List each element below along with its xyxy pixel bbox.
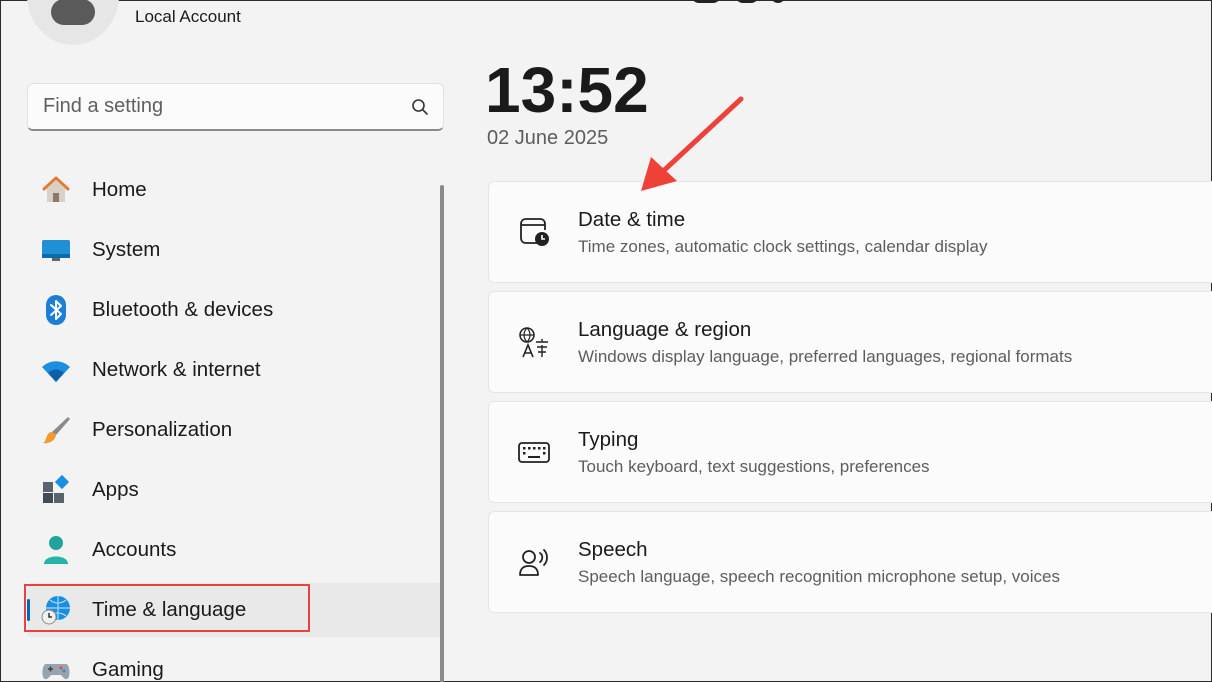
bluetooth-icon: [39, 293, 73, 327]
sidebar-item-network[interactable]: Network & internet: [27, 343, 443, 397]
sidebar-item-label: Accounts: [92, 538, 177, 561]
sidebar-item-label: Bluetooth & devices: [92, 298, 274, 321]
sidebar-item-label: System: [92, 238, 161, 261]
card-speech[interactable]: Speech Speech language, speech recogniti…: [488, 511, 1212, 613]
search-input[interactable]: [43, 95, 411, 118]
person-icon: [39, 533, 73, 567]
sidebar-item-apps[interactable]: Apps: [27, 463, 443, 517]
card-date-time[interactable]: Date & time Time zones, automatic clock …: [488, 181, 1212, 283]
home-icon: [39, 173, 73, 207]
card-title: Date & time: [578, 207, 686, 231]
avatar[interactable]: [27, 0, 119, 45]
language-icon: [517, 325, 551, 359]
sidebar-item-label: Gaming: [92, 658, 164, 681]
sidebar-item-home[interactable]: Home: [27, 163, 443, 217]
card-subtitle: Time zones, automatic clock settings, ca…: [578, 236, 988, 256]
wifi-icon: [39, 353, 73, 387]
settings-cards: Date & time Time zones, automatic clock …: [488, 181, 1212, 621]
sidebar-item-label: Network & internet: [92, 358, 261, 381]
sidebar-item-accounts[interactable]: Accounts: [27, 523, 443, 577]
card-title: Language & region: [578, 317, 752, 341]
keyboard-icon: [517, 435, 551, 469]
gamepad-icon: [39, 653, 73, 682]
clock-date: 02 June 2025: [487, 127, 609, 149]
card-subtitle: Touch keyboard, text suggestions, prefer…: [578, 456, 930, 476]
sidebar-item-system[interactable]: System: [27, 223, 443, 277]
sidebar-item-bluetooth[interactable]: Bluetooth & devices: [27, 283, 443, 337]
card-title: Speech: [578, 537, 648, 561]
search-icon[interactable]: [411, 98, 429, 116]
account-name: Local Account: [135, 7, 241, 26]
sidebar-item-label: Home: [92, 178, 147, 201]
sidebar-item-gaming[interactable]: Gaming: [27, 643, 443, 682]
apps-icon: [39, 473, 73, 507]
page-title-fragment: [691, 0, 791, 5]
annotation-highlight-box: [24, 584, 310, 632]
card-title: Typing: [578, 427, 639, 451]
clock-time: 13:52: [485, 54, 649, 126]
calendar-clock-icon: [517, 215, 551, 249]
card-language-region[interactable]: Language & region Windows display langua…: [488, 291, 1212, 393]
speech-icon: [517, 545, 551, 579]
sidebar-item-personalization[interactable]: Personalization: [27, 403, 443, 457]
search-box[interactable]: [27, 83, 444, 131]
sidebar-scrollbar[interactable]: [440, 185, 444, 682]
card-typing[interactable]: Typing Touch keyboard, text suggestions,…: [488, 401, 1212, 503]
monitor-icon: [39, 233, 73, 267]
sidebar-item-label: Personalization: [92, 418, 233, 441]
paintbrush-icon: [39, 413, 73, 447]
sidebar-item-label: Apps: [92, 478, 139, 501]
card-subtitle: Speech language, speech recognition micr…: [578, 566, 1060, 586]
card-subtitle: Windows display language, preferred lang…: [578, 346, 1073, 366]
